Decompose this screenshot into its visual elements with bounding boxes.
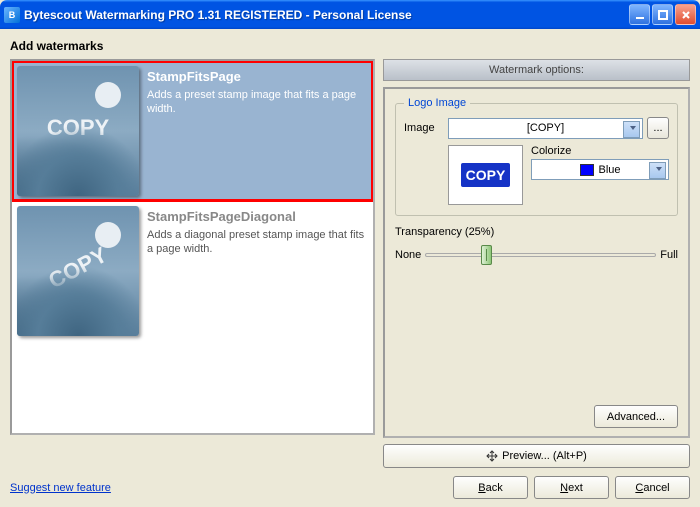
next-button[interactable]: Next [534,476,609,499]
cancel-button[interactable]: Cancel [615,476,690,499]
logo-preview: COPY [448,145,523,205]
watermark-preset-list[interactable]: COPY StampFitsPage Adds a preset stamp i… [10,59,375,435]
preview-button-label: Preview... (Alt+P) [502,450,587,462]
back-button[interactable]: Back [453,476,528,499]
preset-thumbnail: COPY [17,66,139,196]
preset-item-stampfitspagediagonal[interactable]: COPY StampFitsPageDiagonal Adds a diagon… [12,201,373,341]
preset-title: StampFitsPageDiagonal [147,209,365,224]
slider-thumb[interactable] [481,245,492,265]
logo-image-group: Logo Image Image [COPY] ... COPY Coloriz… [395,97,678,216]
logo-legend: Logo Image [404,97,470,109]
image-select-value: [COPY] [527,122,564,134]
preset-title: StampFitsPage [147,69,365,84]
slider-full-label: Full [660,249,678,261]
window-title: Bytescout Watermarking PRO 1.31 REGISTER… [24,8,627,22]
thumb-text: COPY [47,115,109,141]
advanced-button[interactable]: Advanced... [594,405,678,428]
color-swatch [580,164,594,176]
colorize-label: Colorize [531,145,669,157]
options-header: Watermark options: [383,59,690,81]
close-button[interactable] [675,4,696,25]
slider-none-label: None [395,249,421,261]
browse-button[interactable]: ... [647,117,669,139]
thumb-text: COPY [44,242,111,294]
titlebar[interactable]: B Bytescout Watermarking PRO 1.31 REGIST… [0,0,700,29]
logo-preview-text: COPY [461,163,511,187]
preset-item-stampfitspage[interactable]: COPY StampFitsPage Adds a preset stamp i… [12,61,373,201]
preset-thumbnail: COPY [17,206,139,336]
options-panel: Logo Image Image [COPY] ... COPY Coloriz… [383,87,690,438]
image-select[interactable]: [COPY] [448,118,643,139]
move-icon [486,450,498,462]
preview-button[interactable]: Preview... (Alt+P) [383,444,690,468]
page-heading: Add watermarks [10,39,690,53]
preset-desc: Adds a preset stamp image that fits a pa… [147,88,365,117]
image-label: Image [404,122,444,134]
app-icon: B [4,7,20,23]
colorize-select[interactable]: Blue [531,159,669,180]
minimize-button[interactable] [629,4,650,25]
transparency-slider[interactable] [425,242,656,268]
preset-desc: Adds a diagonal preset stamp image that … [147,228,365,257]
maximize-button[interactable] [652,4,673,25]
transparency-label: Transparency (25%) [395,226,678,238]
suggest-feature-link[interactable]: Suggest new feature [10,482,111,494]
color-name: Blue [598,164,620,176]
